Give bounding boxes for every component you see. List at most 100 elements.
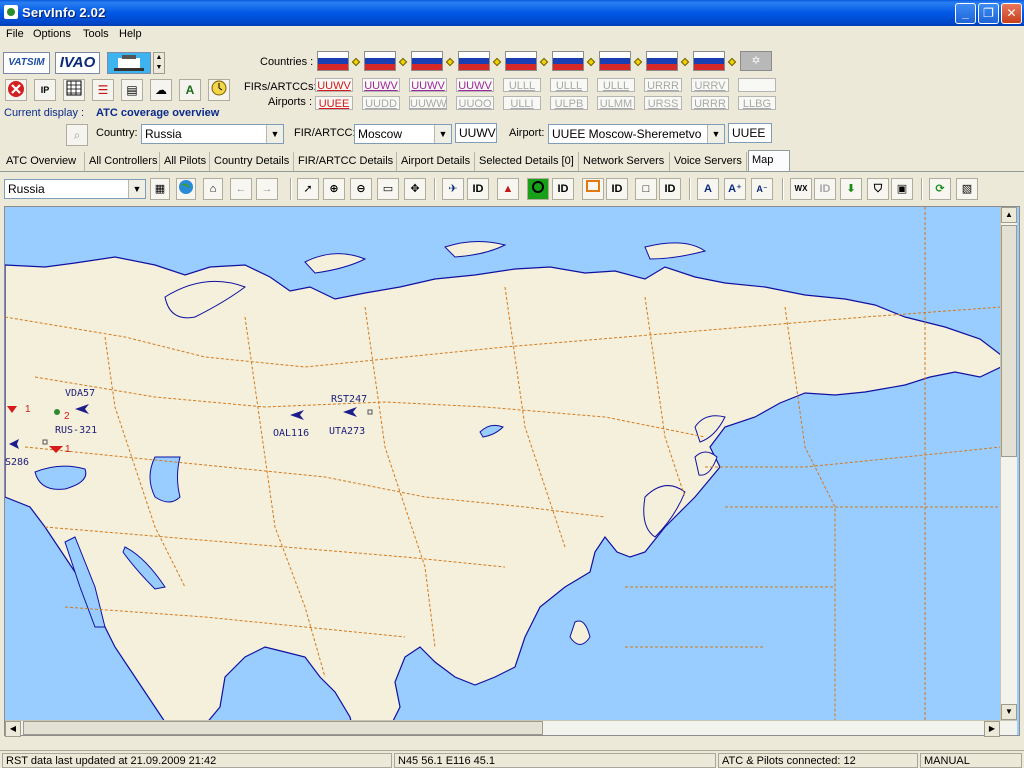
aircraft-label[interactable]: OAL116	[273, 428, 309, 439]
tab-airport-details[interactable]: Airport Details	[398, 152, 475, 171]
aircraft-label[interactable]: UTA273	[329, 426, 365, 437]
zoom-in-icon[interactable]: ⊕	[323, 178, 345, 200]
scroll-right-icon[interactable]: ▶	[984, 721, 1000, 737]
russia-flag-icon[interactable]	[693, 51, 725, 71]
font-icon[interactable]: A	[697, 178, 719, 200]
aircraft-label[interactable]: RUS-321	[55, 425, 97, 436]
aircraft-label[interactable]: RST247	[331, 394, 367, 405]
fir-select[interactable]: Moscow ▼	[354, 124, 452, 144]
tab-atc-overview[interactable]: ATC Overview	[3, 152, 85, 171]
fir-code-button-empty[interactable]	[738, 78, 776, 92]
restore-button[interactable]: ❐	[978, 3, 999, 24]
vertical-scroll-thumb[interactable]	[1001, 225, 1017, 457]
fir-code-button[interactable]: ULLL	[597, 78, 635, 92]
menu-options[interactable]: Options	[33, 28, 71, 40]
tab-fir-artcc-details[interactable]: FIR/ARTCC Details	[295, 152, 397, 171]
zoom-box-icon[interactable]: ▭	[377, 178, 399, 200]
tab-all-controllers[interactable]: All Controllers	[86, 152, 160, 171]
minimize-button[interactable]: _	[955, 3, 976, 24]
list-icon[interactable]: ☰	[92, 79, 114, 101]
airport-code-button[interactable]: UUWW	[409, 96, 447, 110]
menu-tools[interactable]: Tools	[83, 28, 109, 40]
tab-network-servers[interactable]: Network Servers	[580, 152, 670, 171]
airport-code-button[interactable]: ULLI	[503, 96, 541, 110]
tracks-icon[interactable]: ▲	[497, 178, 519, 200]
weather-icon[interactable]: ☁	[150, 79, 172, 101]
fir-box-icon[interactable]	[582, 178, 604, 200]
aircraft-icon[interactable]: ✈	[442, 178, 464, 200]
disconnect-icon[interactable]	[5, 79, 27, 101]
russia-flag-icon[interactable]	[646, 51, 678, 71]
fir-code-button[interactable]: URRV	[691, 78, 729, 92]
network-spinner[interactable]: ▲ ▼	[153, 52, 165, 74]
refresh-icon[interactable]: ⟳	[929, 178, 951, 200]
airport-code-button[interactable]: UUEE	[315, 96, 353, 110]
horizontal-scrollbar[interactable]: ◀ ▶	[5, 720, 1017, 737]
fir-code-button[interactable]: UUWV	[315, 78, 353, 92]
tab-selected-details-0[interactable]: Selected Details [0]	[476, 152, 579, 171]
atc-id-button[interactable]: ID	[552, 178, 574, 200]
options-icon[interactable]: ▧	[956, 178, 978, 200]
horizontal-scroll-thumb[interactable]	[23, 721, 543, 735]
settings-icon[interactable]: ▣	[891, 178, 913, 200]
home-icon[interactable]: ⌂	[203, 178, 223, 200]
filter-icon[interactable]: ⛉	[867, 178, 889, 200]
back-arrow-icon[interactable]: ←	[230, 178, 252, 200]
globe-icon[interactable]	[176, 178, 196, 200]
fir-id-button[interactable]: ID	[606, 178, 628, 200]
airport-code-button[interactable]: ULMM	[597, 96, 635, 110]
download-arrow-icon[interactable]: ⬇	[840, 178, 862, 200]
close-button[interactable]: ✕	[1001, 3, 1022, 24]
fir-code-button[interactable]: UUWV	[409, 78, 447, 92]
russia-flag-icon[interactable]	[317, 51, 349, 71]
israel-flag-icon[interactable]: ✡	[740, 51, 772, 71]
fir-code-button[interactable]: ULLL	[503, 78, 541, 92]
ivao-status-logo[interactable]	[107, 52, 151, 74]
russia-flag-icon[interactable]	[599, 51, 631, 71]
clock-icon[interactable]	[208, 79, 230, 101]
russia-flag-icon[interactable]	[364, 51, 396, 71]
controller-circle-icon[interactable]	[54, 409, 60, 415]
tab-voice-servers[interactable]: Voice Servers	[671, 152, 747, 171]
tab-map[interactable]: Map	[748, 150, 790, 171]
menu-file[interactable]: File	[6, 28, 24, 40]
russia-flag-icon[interactable]	[411, 51, 443, 71]
aircraft-id-button[interactable]: ID	[467, 178, 489, 200]
message-icon[interactable]: ▤	[121, 79, 143, 101]
fir-code-button[interactable]: UUWV	[362, 78, 400, 92]
fir-code-field[interactable]: UUWV	[455, 123, 497, 143]
vertical-scrollbar[interactable]: ▲ ▼	[1000, 207, 1017, 720]
font-icon[interactable]: A	[179, 79, 201, 101]
airport-select[interactable]: UUEE Moscow-Sheremetvo ▼	[548, 124, 725, 144]
atc-circle-icon[interactable]	[527, 178, 549, 200]
airport-code-field[interactable]: UUEE	[728, 123, 772, 143]
region-select[interactable]: Russia ▼	[4, 179, 146, 199]
fir-code-button[interactable]: URRR	[644, 78, 682, 92]
fir-code-button[interactable]: ULLL	[550, 78, 588, 92]
menu-help[interactable]: Help	[119, 28, 142, 40]
forward-arrow-icon[interactable]: →	[256, 178, 278, 200]
airport-code-button[interactable]: UUOO	[456, 96, 494, 110]
ip-icon[interactable]: IP	[34, 79, 56, 101]
map-canvas[interactable]: VDA57 RUS-321 OAL116 RST247 UTA273 S286 …	[5, 207, 1020, 736]
airport-code-button[interactable]: ULPB	[550, 96, 588, 110]
ivao-logo[interactable]: IVAO	[55, 52, 100, 74]
airport-code-button[interactable]: URSS	[644, 96, 682, 110]
airport-code-button[interactable]: UUDD	[362, 96, 400, 110]
grid-icon[interactable]	[63, 79, 85, 101]
pointer-icon[interactable]: ➚	[297, 178, 319, 200]
russia-flag-icon[interactable]	[458, 51, 490, 71]
tab-country-details[interactable]: Country Details	[211, 152, 294, 171]
airport-box-icon[interactable]: □	[635, 178, 657, 200]
fir-code-button[interactable]: UUWV	[456, 78, 494, 92]
aircraft-label[interactable]: VDA57	[65, 388, 95, 399]
font-smaller-icon[interactable]: A⁻	[751, 178, 773, 200]
russia-flag-icon[interactable]	[505, 51, 537, 71]
font-larger-icon[interactable]: A⁺	[724, 178, 746, 200]
vatsim-logo[interactable]: VATSIM	[3, 52, 50, 74]
scroll-up-icon[interactable]: ▲	[1001, 207, 1017, 223]
weather-button[interactable]: WX	[790, 178, 812, 200]
airport-id-button[interactable]: ID	[659, 178, 681, 200]
russia-flag-icon[interactable]	[552, 51, 584, 71]
zoom-out-icon[interactable]: ⊖	[350, 178, 372, 200]
